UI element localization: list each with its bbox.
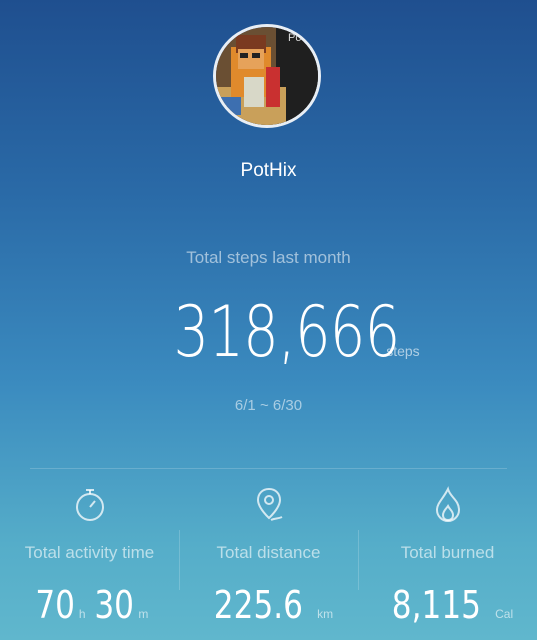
calories-unit: Cal — [495, 607, 514, 621]
steps-summary: 318,666 steps — [0, 292, 537, 372]
stat-label: Total distance — [216, 543, 321, 562]
location-pin-icon — [256, 487, 282, 521]
stat-value: 8,115 Cal — [358, 583, 537, 627]
stat-value: 70 h 30 m — [0, 583, 179, 627]
username: PotHix — [240, 160, 297, 181]
date-range: 6/1 ~ 6/30 — [234, 397, 303, 414]
minutes-value: 30 — [94, 583, 135, 627]
avatar[interactable]: Po — [213, 24, 321, 128]
minutes-unit: m — [138, 607, 149, 621]
stat-calories[interactable]: Total burned 8,115 Cal — [358, 485, 537, 640]
stat-label: Total burned — [400, 543, 495, 562]
stat-activity-time[interactable]: Total activity time 70 h 30 m — [0, 485, 179, 640]
stopwatch-icon — [75, 489, 104, 521]
stat-distance[interactable]: Total distance 225.6 km — [179, 485, 358, 640]
flame-icon — [435, 486, 460, 523]
avatar-text: Po — [288, 32, 301, 44]
divider — [30, 468, 507, 469]
calories-value: 8,115 — [391, 583, 481, 627]
avatar-image: Po — [216, 27, 318, 125]
steps-value: 318,666 — [173, 291, 401, 373]
distance-unit: km — [317, 607, 334, 621]
stat-label: Total activity time — [24, 543, 155, 562]
steps-caption: Total steps last month — [186, 248, 351, 267]
distance-value: 225.6 — [213, 583, 303, 627]
hours-value: 70 — [34, 583, 75, 627]
stat-value: 225.6 km — [179, 583, 358, 627]
hours-unit: h — [78, 607, 86, 621]
